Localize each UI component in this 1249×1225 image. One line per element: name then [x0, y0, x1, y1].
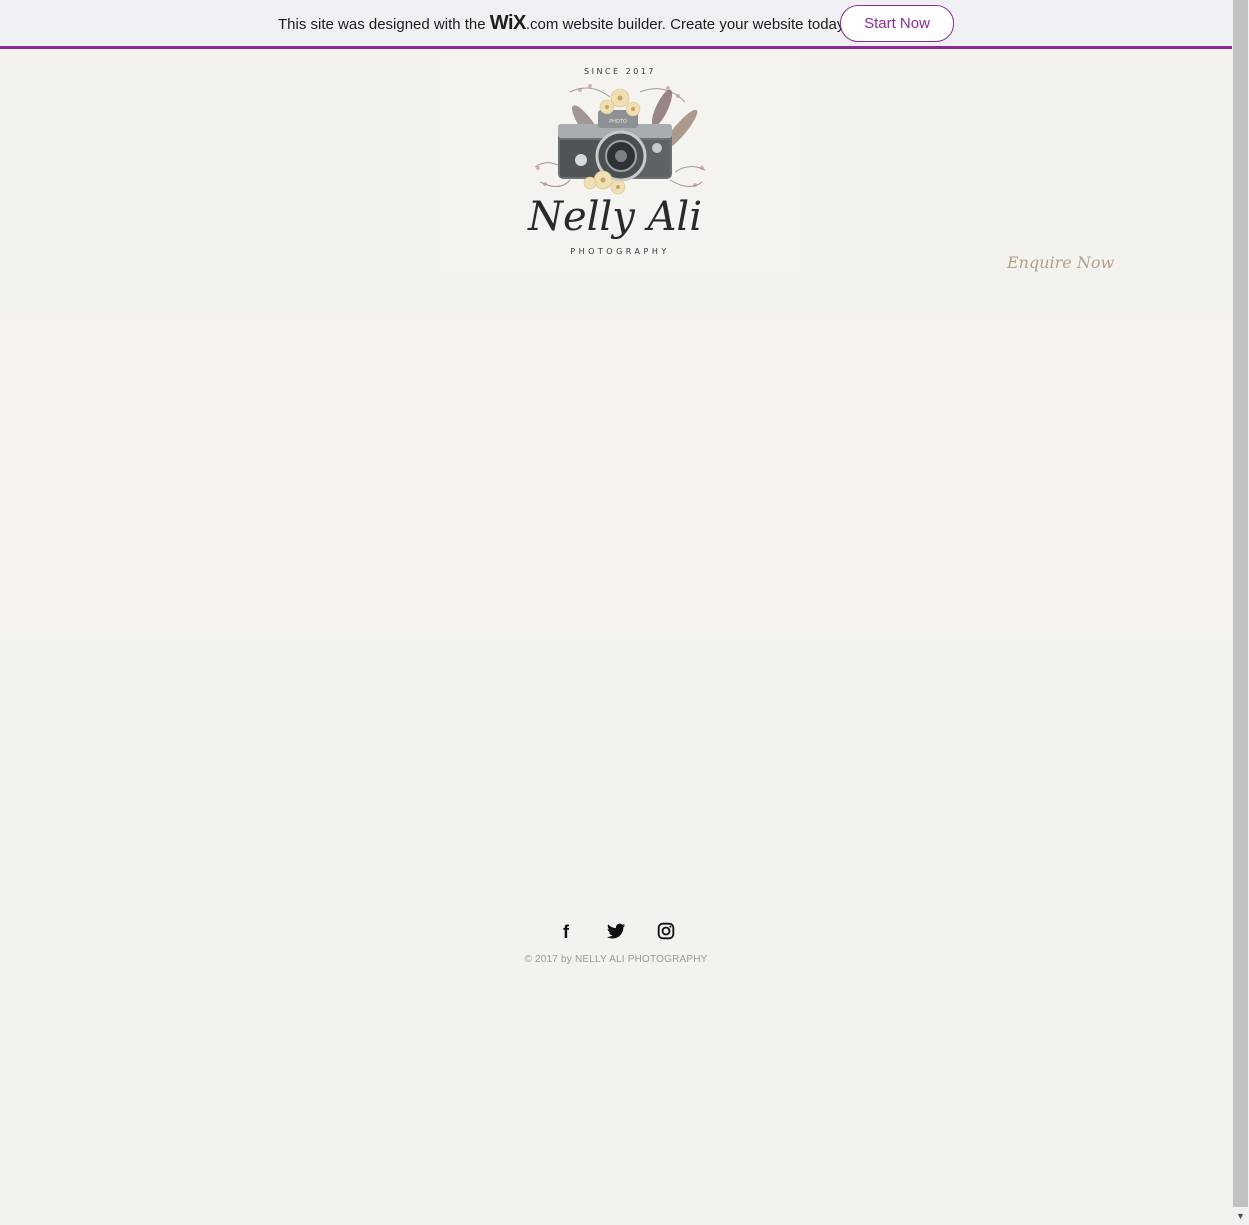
logo-name-text: Nelly Ali	[527, 194, 702, 240]
scrollbar-thumb[interactable]	[1233, 0, 1248, 1207]
scroll-down-arrow-icon[interactable]: ▼	[1232, 1208, 1249, 1225]
copyright-text: © 2017 by NELLY ALI PHOTOGRAPHY	[524, 954, 708, 965]
page-viewport: This site was designed with the WiX.com …	[0, 0, 1232, 1225]
facebook-icon[interactable]: f	[555, 920, 577, 942]
banner-text-before: This site was designed with the	[278, 16, 490, 33]
logo-since-text: SINCE 2017	[584, 67, 656, 76]
banner-text-after: .com website builder. Create your websit…	[525, 16, 848, 33]
twitter-icon[interactable]	[605, 920, 627, 942]
content-strip	[0, 320, 1232, 635]
site-logo[interactable]: SINCE 2017 PHOTO Nelly Ali PHOTOGRAPHY	[440, 52, 798, 267]
camera-photo-label: PHOTO	[609, 119, 627, 125]
instagram-icon[interactable]	[655, 920, 677, 942]
wix-banner: This site was designed with the WiX.com …	[0, 0, 1232, 49]
camera-logo-graphic: SINCE 2017 PHOTO Nelly Ali PHOTOGRAPHY	[527, 67, 706, 256]
logo-tagline-text: PHOTOGRAPHY	[570, 247, 669, 256]
wix-banner-text: This site was designed with the WiX.com …	[278, 13, 847, 35]
facebook-glyph: f	[563, 922, 570, 942]
start-now-button[interactable]: Start Now	[840, 5, 954, 42]
wix-logo: WiX	[489, 12, 527, 34]
enquire-now-link[interactable]: Enquire Now	[1007, 253, 1114, 272]
